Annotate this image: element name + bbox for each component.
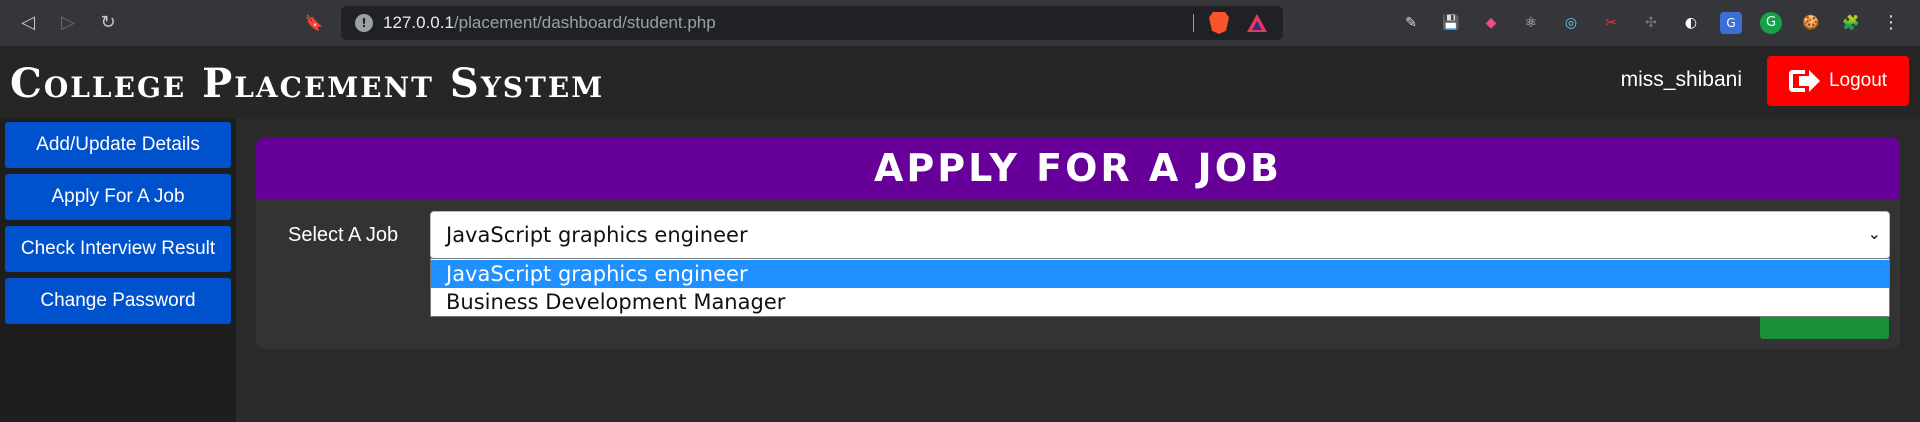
forward-icon[interactable]: ▷ xyxy=(54,9,82,37)
sidebar-item-apply-for-a-job[interactable]: Apply For A Job xyxy=(5,174,231,220)
move-icon[interactable]: ✣ xyxy=(1640,12,1662,34)
logout-label: Logout xyxy=(1828,70,1888,91)
page-title: APPLY FOR A JOB xyxy=(874,146,1282,190)
eyedropper-icon[interactable]: ✂ xyxy=(1600,12,1622,34)
job-select[interactable]: JavaScript graphics engineer ⌄ xyxy=(430,211,1890,259)
dark-reader-icon[interactable]: ◐ xyxy=(1680,12,1702,34)
omnibox-divider xyxy=(1193,14,1194,32)
react-devtools-icon[interactable]: ⚛ xyxy=(1520,12,1542,34)
url-path: /placement/dashboard/student.php xyxy=(453,13,716,32)
job-dropdown-list: JavaScript graphics engineer Business De… xyxy=(430,258,1890,317)
back-icon[interactable]: ◁ xyxy=(14,9,42,37)
username-label: miss_shibani xyxy=(1620,68,1742,91)
sidebar-item-check-interview-result[interactable]: Check Interview Result xyxy=(5,226,231,272)
job-option[interactable]: JavaScript graphics engineer xyxy=(431,260,1889,288)
sign-out-icon xyxy=(1788,70,1820,92)
browser-toolbar: ◁ ▷ ↻ 🔖 ! 127.0.0.1/placement/dashboard/… xyxy=(0,0,1920,46)
pen-icon[interactable]: ✎ xyxy=(1400,12,1422,34)
grammarly-icon[interactable]: G xyxy=(1760,12,1782,34)
sidebar-item-add-update-details[interactable]: Add/Update Details xyxy=(5,122,231,168)
address-bar[interactable]: ! 127.0.0.1/placement/dashboard/student.… xyxy=(341,6,1283,40)
reload-icon[interactable]: ↻ xyxy=(94,9,122,37)
brave-rewards-icon[interactable] xyxy=(1247,14,1267,32)
extensions-puzzle-icon[interactable]: 🧩 xyxy=(1840,12,1862,34)
app-title: College Placement System xyxy=(10,60,605,107)
address-url: 127.0.0.1/placement/dashboard/student.ph… xyxy=(383,6,716,40)
submit-button[interactable] xyxy=(1760,317,1889,339)
job-select-value: JavaScript graphics engineer xyxy=(446,223,748,247)
logout-button[interactable]: Logout xyxy=(1767,56,1909,106)
colorzilla-icon[interactable]: ◎ xyxy=(1560,12,1582,34)
app-header: College Placement System miss_shibani Lo… xyxy=(0,46,1920,118)
sidebar-item-change-password[interactable]: Change Password xyxy=(5,278,231,324)
cookie-icon[interactable]: 🍪 xyxy=(1800,12,1822,34)
google-translate-icon[interactable]: G xyxy=(1720,12,1742,34)
bookmark-icon[interactable]: 🔖 xyxy=(300,9,328,37)
site-info-icon[interactable]: ! xyxy=(355,14,373,32)
job-select-label: Select A Job xyxy=(288,224,399,246)
color-picker-icon[interactable]: ◆ xyxy=(1480,12,1502,34)
brave-shields-icon[interactable] xyxy=(1209,12,1229,34)
job-option[interactable]: Business Development Manager xyxy=(431,288,1889,316)
browser-menu-icon[interactable]: ⋮ xyxy=(1880,12,1902,34)
url-host: 127.0.0.1 xyxy=(383,13,454,32)
chevron-down-icon: ⌄ xyxy=(1867,224,1881,243)
sidebar: Add/Update Details Apply For A Job Check… xyxy=(0,118,236,422)
card-header: APPLY FOR A JOB xyxy=(256,137,1900,199)
save-icon[interactable]: 💾 xyxy=(1440,12,1462,34)
